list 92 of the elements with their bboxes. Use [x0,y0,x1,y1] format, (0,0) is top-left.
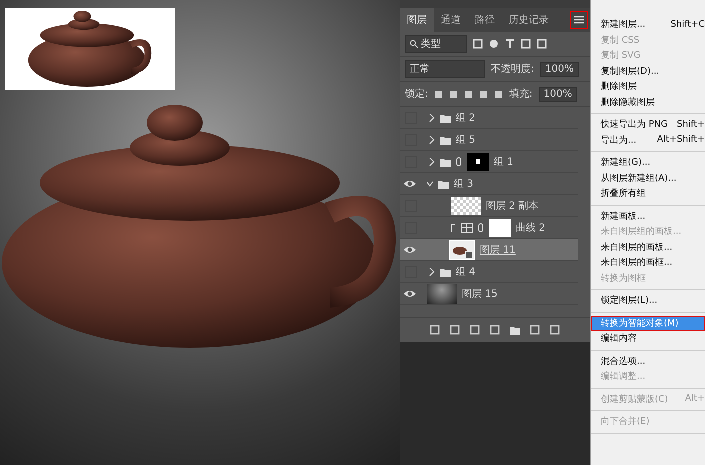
chevron-icon[interactable] [427,180,433,188]
menu-item-label: 复制 CSS [601,34,640,47]
menu-item[interactable]: 混合选项... [591,354,705,369]
layer-name: 组 1 [494,156,514,168]
layer-name: 组 2 [456,112,476,124]
menu-item[interactable]: 导出为... Alt+Shift+ [591,132,705,148]
menu-item-label: 快速导出为 PNG [601,118,668,132]
mask-thumbnail [467,152,489,170]
opacity-field[interactable]: 100% [540,62,579,76]
menu-item[interactable]: 删除图层 [591,79,705,94]
menu-item-label: 来自图层的画框... [601,256,673,270]
menu-item-label: 来自图层的画板... [601,242,673,254]
circle-icon[interactable] [489,39,499,49]
menu-item[interactable]: 快速导出为 PNG Shift+ [591,117,705,132]
menu-item-label: 复制 SVG [601,50,641,62]
panel-tab[interactable]: 历史记录 [502,8,556,32]
panel-tab[interactable]: 图层 [400,8,434,32]
menu-icon [574,16,584,24]
menu-item-label: 创建剪贴蒙版(C) [601,394,668,406]
menu-item-label: 来自图层组的画板... [601,226,682,238]
curves-icon [461,222,473,232]
menu-item-label: 新建图层... [601,18,646,32]
menu-item-label: 新建组(G)... [601,156,651,170]
menu-item-label: 新建画板... [601,210,646,223]
layer-name: 组 4 [456,266,476,278]
menu-item-label: 转换为图框 [601,272,646,285]
layer-name: 曲线 2 [516,222,546,234]
folder-icon [438,178,449,188]
shortcut-text: Alt+ [685,394,705,404]
search-icon [410,40,418,48]
layer-name: 图层 11 [480,244,516,256]
panel-tab[interactable]: 通道 [434,8,468,32]
menu-item-label: 混合选项... [601,356,646,368]
layer-name: 图层 2 副本 [486,200,539,212]
chevron-icon[interactable] [429,158,435,166]
folder-icon [440,112,451,122]
menu-item-label: 删除图层 [601,80,637,94]
blend-mode-dropdown[interactable]: 正常 [405,60,485,78]
chevron-icon[interactable] [429,114,435,122]
menu-item[interactable]: 锁定图层(L)... [591,293,705,308]
menu-item-label: 复制图层(D)... [601,66,660,78]
opacity-label: 不透明度: [491,62,534,76]
shortcut-text: Shift+ [677,120,705,130]
chevron-icon[interactable] [429,136,435,144]
transparent-thumbnail [451,196,481,214]
gradient-thumbnail [427,284,457,304]
menu-item[interactable]: 新建组(G)... [591,155,705,170]
menu-item-label: 向下合并(E) [601,416,650,428]
fill-field[interactable]: 100% [538,86,578,102]
menu-item[interactable]: 来自图层的画框... [591,255,705,270]
menu-item-label: 转换为智能对象(M) [601,318,679,330]
menu-item[interactable]: 来自图层的画板... [591,240,705,255]
layer-row[interactable]: 图层 11 [400,239,578,261]
shortcut-text: Shift+C [670,20,705,30]
layer-row[interactable]: 组 3 [400,173,578,195]
menu-item[interactable]: 复制图层(D)... [591,64,705,79]
menu-item[interactable]: 编辑内容 [591,331,705,346]
menu-item-label: 导出为... [601,134,637,147]
menu-item[interactable]: 新建画板... [591,208,705,224]
menu-item[interactable]: 从图层新建组(A)... [591,170,705,186]
shortcut-text: Alt+Shift+ [657,135,705,146]
folder-icon [440,266,451,276]
folder-icon [440,134,451,144]
layer-row[interactable]: 图层 15 [400,283,578,305]
layer-row[interactable]: 组 2 [400,107,578,129]
menu-item[interactable]: 折叠所有组 [591,186,705,202]
menu-item-label: 锁定图层(L)... [601,294,658,308]
menu-item[interactable]: 删除隐藏图层 [591,94,705,110]
panel-tab[interactable]: 路径 [468,8,502,32]
folder-icon [440,156,451,166]
folder-icon[interactable] [510,325,520,335]
filter-dropdown[interactable]: 类型 [405,35,467,53]
menu-item[interactable]: 新建图层... Shift+C [591,17,705,32]
layer-row[interactable]: 组 4 [400,261,578,283]
menu-item-label: 折叠所有组 [601,188,646,200]
menu-item-label: 编辑内容 [601,332,637,346]
menu-item-label: 从图层新建组(A)... [601,172,677,185]
type-icon[interactable] [505,39,515,49]
panel-menu-button[interactable] [570,11,588,29]
layer-row[interactable]: 图层 2 副本 [400,195,578,217]
mask-thumbnail [489,218,511,236]
layer-row[interactable]: 组 5 [400,129,578,151]
layer-row[interactable]: 组 1 [400,151,578,173]
chevron-icon[interactable] [429,268,435,276]
layer-name: 组 3 [454,178,474,190]
menu-item-label: 删除隐藏图层 [601,96,655,109]
menu-item-label: 编辑调整... [601,370,646,384]
layer-name: 组 5 [456,134,476,146]
lock-label: 锁定: [405,88,428,101]
teapot-thumbnail [449,240,475,260]
layer-name: 图层 15 [462,288,498,300]
fill-label: 填充: [509,88,533,101]
